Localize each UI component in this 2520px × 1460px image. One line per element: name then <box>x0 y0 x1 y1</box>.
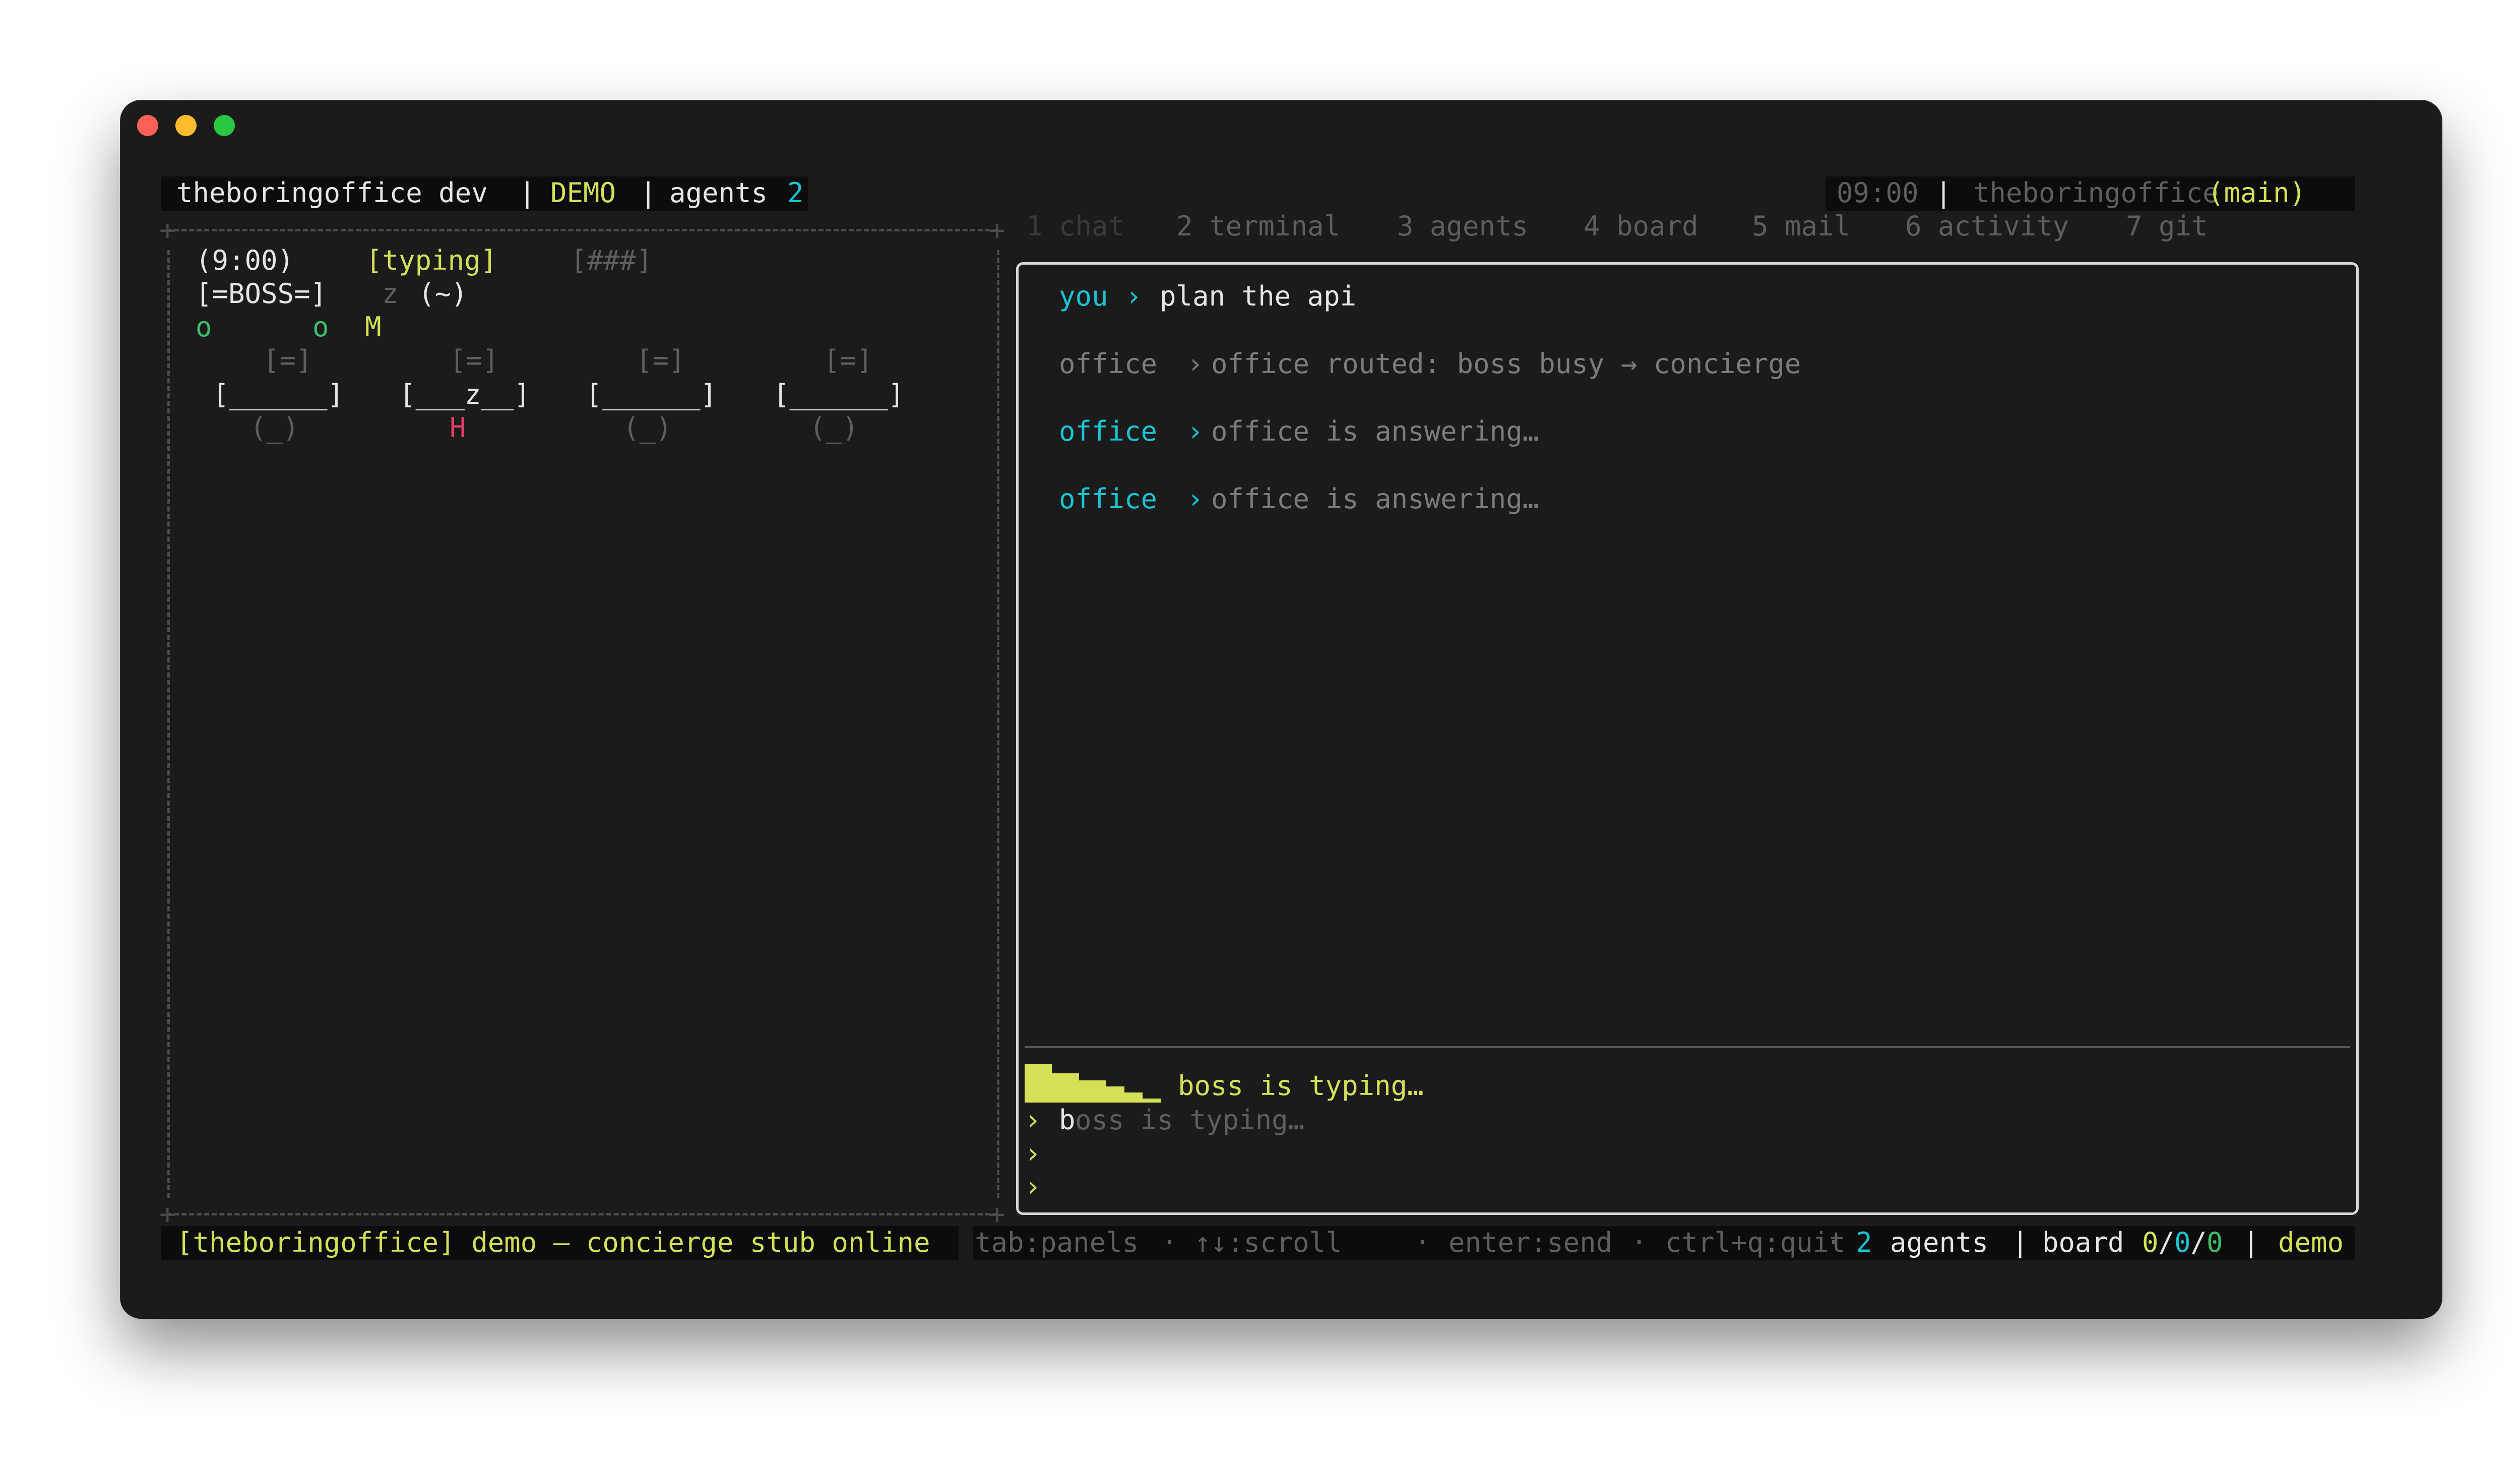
message-arrow: › <box>1125 280 1142 312</box>
tab-activity[interactable]: 6 activity <box>1905 210 2069 243</box>
desk: [______] <box>773 379 905 410</box>
agents-label: agents <box>1890 1227 1989 1258</box>
status-message: [theboringoffice] demo — concierge stub … <box>176 1227 930 1258</box>
chair: (_) <box>809 412 859 444</box>
message-text: office routed: boss busy → concierge <box>1211 348 1801 380</box>
mode-indicator: demo <box>2278 1227 2344 1258</box>
hint-quit: ctrl+q:quit <box>1665 1227 1846 1258</box>
message-arrow: › <box>1187 483 1204 515</box>
hint-scroll: ↑↓:scroll <box>1194 1227 1342 1258</box>
mode-badge: DEMO <box>550 177 616 209</box>
board-count-done: 0 <box>2207 1227 2223 1258</box>
monitor: [=] <box>824 344 873 376</box>
agents-count: 2 <box>1856 1227 1872 1258</box>
desk: [______] <box>213 379 344 410</box>
prompt-symbol: › <box>1025 1171 1041 1202</box>
chair: (_) <box>623 412 672 444</box>
monitor: [=] <box>450 344 499 376</box>
input-divider <box>1025 1046 2350 1048</box>
board-slash: / <box>2190 1227 2207 1258</box>
corner-plus: + <box>989 1198 1005 1230</box>
message-arrow: › <box>1187 415 1204 447</box>
corner-plus: + <box>159 1198 176 1230</box>
chair-occupied: H <box>450 412 466 444</box>
input-value[interactable]: b <box>1059 1104 1076 1137</box>
boss-face: (~) <box>418 278 468 310</box>
office-panel-right-border <box>997 250 999 1198</box>
message-text: office is answering… <box>1211 415 1539 447</box>
zoom-window-button[interactable] <box>214 115 235 136</box>
close-window-button[interactable] <box>137 115 158 136</box>
typing-activity-sparkline <box>1025 1064 1161 1103</box>
message-text: plan the api <box>1160 280 1357 312</box>
desk: [______] <box>586 379 717 410</box>
hint-separator: · <box>1414 1227 1431 1258</box>
separator: | <box>2243 1227 2259 1258</box>
office-panel-left-border <box>167 250 170 1198</box>
sleep-z: z <box>382 278 399 310</box>
corner-plus: + <box>989 214 1005 246</box>
tab-chat[interactable]: 1 chat <box>1026 210 1124 243</box>
tab-mail[interactable]: 5 mail <box>1752 210 1850 243</box>
message-arrow: › <box>1187 348 1204 380</box>
chat-panel: you › plan the api office › office route… <box>1016 262 2359 1215</box>
board-label: board <box>2042 1227 2124 1258</box>
manager-figure: M <box>365 311 382 343</box>
worker-figure: o <box>312 311 329 343</box>
prompt-symbol: › <box>1025 1104 1041 1136</box>
minimize-window-button[interactable] <box>175 115 197 136</box>
progress-indicator: [###] <box>571 245 653 276</box>
office-panel-bottom-border <box>166 1213 998 1215</box>
tab-terminal[interactable]: 2 terminal <box>1176 210 1340 243</box>
message-sender: office <box>1059 348 1158 380</box>
desk: [___z__] <box>399 379 531 410</box>
input-placeholder[interactable]: oss is typing… <box>1075 1104 1304 1137</box>
terminal-window: theboringoffice dev | DEMO | agents 2 09… <box>121 101 2441 1318</box>
message-sender: office <box>1059 415 1158 447</box>
app-title: theboringoffice dev <box>176 177 488 209</box>
chair: (_) <box>250 412 299 444</box>
monitor: [=] <box>636 344 685 376</box>
prompt-symbol: › <box>1025 1137 1041 1169</box>
monitor: [=] <box>263 344 312 376</box>
agents-count: 2 <box>787 177 804 209</box>
boss-status: [typing] <box>366 245 497 276</box>
message-sender: office <box>1059 483 1158 515</box>
board-count-doing: 0 <box>2174 1227 2191 1258</box>
tab-board[interactable]: 4 board <box>1584 210 1698 243</box>
agents-label: agents <box>669 177 768 209</box>
tab-agents[interactable]: 3 agents <box>1397 210 1528 243</box>
office-clock: (9:00) <box>196 245 294 276</box>
boss-label: [=BOSS=] <box>196 278 327 310</box>
hint-separator: · <box>1161 1227 1178 1258</box>
corner-plus: + <box>159 214 176 246</box>
separator: | <box>2012 1227 2029 1258</box>
hint-send: enter:send <box>1448 1227 1613 1258</box>
board-count-todo: 0 <box>2142 1227 2159 1258</box>
clock: 09:00 <box>1837 177 1919 209</box>
typing-indicator: boss is typing… <box>1178 1070 1424 1102</box>
worker-figure: o <box>196 311 212 343</box>
office-panel-top-border <box>166 229 998 231</box>
branch-name: (main) <box>2208 177 2306 209</box>
hint-separator: · <box>1631 1227 1648 1258</box>
tab-git[interactable]: 7 git <box>2126 210 2208 243</box>
board-slash: / <box>2158 1227 2175 1258</box>
repo-name: theboringoffice <box>1973 177 2219 209</box>
separator: | <box>519 177 536 209</box>
message-sender: you <box>1059 280 1108 312</box>
message-text: office is answering… <box>1211 483 1539 515</box>
hint-separator: · <box>1825 1227 1842 1258</box>
hint-panels: tab:panels <box>975 1227 1139 1258</box>
separator: | <box>1935 177 1952 209</box>
separator: | <box>640 177 657 209</box>
